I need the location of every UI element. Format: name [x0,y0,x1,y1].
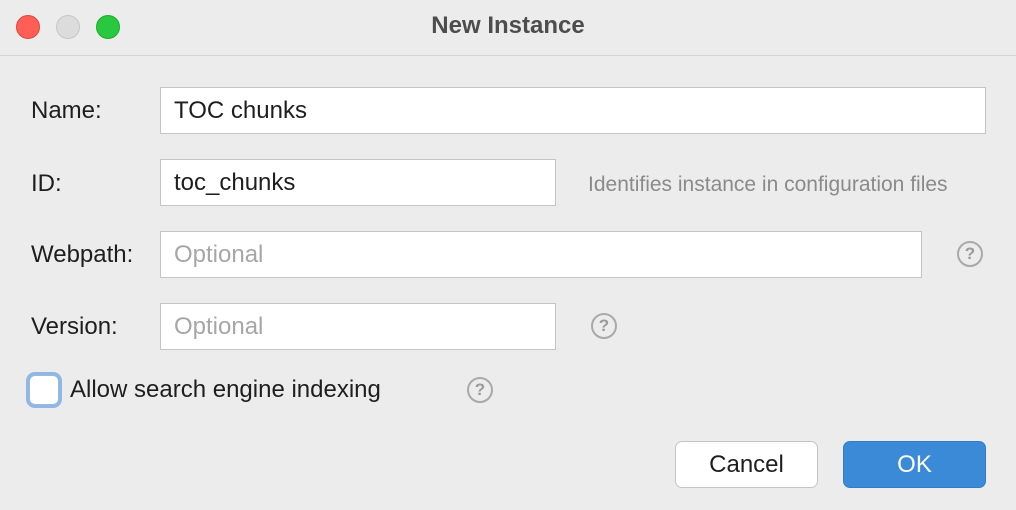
webpath-field[interactable] [160,231,922,278]
id-field[interactable] [160,159,556,206]
indexing-checkbox-label[interactable]: Allow search engine indexing [70,376,381,404]
version-label: Version: [31,313,118,340]
webpath-label: Webpath: [31,241,134,268]
id-label: ID: [31,170,62,197]
webpath-help-icon[interactable]: ? [957,241,983,267]
version-field[interactable] [160,303,556,350]
title-bar: New Instance [0,0,1016,56]
name-field[interactable] [160,87,986,134]
name-label: Name: [31,97,102,124]
indexing-checkbox[interactable] [29,375,59,405]
new-instance-dialog: New Instance Name: ID: Identifies instan… [0,0,1016,510]
version-help-icon[interactable]: ? [591,313,617,339]
ok-button[interactable]: OK [843,441,986,488]
window-title: New Instance [431,12,585,39]
indexing-help-icon[interactable]: ? [467,377,493,403]
id-hint: Identifies instance in configuration fil… [588,173,948,196]
cancel-button[interactable]: Cancel [675,441,818,488]
